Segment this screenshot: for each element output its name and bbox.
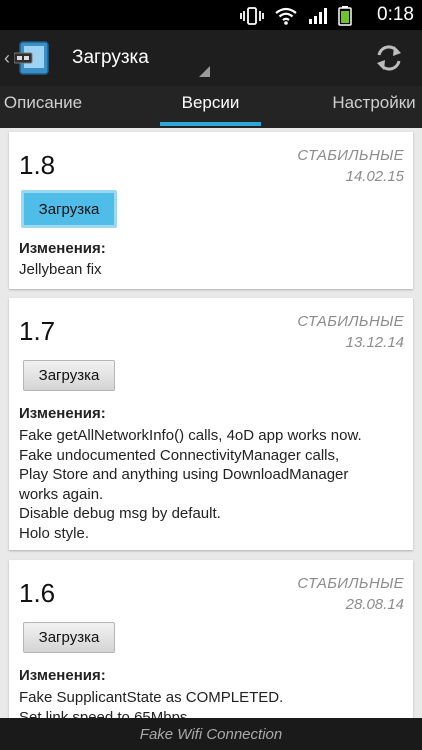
version-card: 1.8 СТАБИЛЬНЫЕ 14.02.15 Загрузка Изменен… xyxy=(9,132,413,289)
version-number: 1.8 xyxy=(19,150,56,180)
active-tab-indicator xyxy=(160,122,261,126)
app-name-footer: Fake Wifi Connection xyxy=(0,718,422,750)
spinner-indicator-icon[interactable] xyxy=(199,66,210,77)
download-button[interactable]: Загрузка xyxy=(23,622,115,653)
changes-label: Изменения: xyxy=(19,667,106,684)
change-line: Disable debug msg by default. xyxy=(19,505,221,522)
tab-settings[interactable]: Настройки xyxy=(322,92,422,128)
change-line: Play Store and anything using DownloadMa… xyxy=(19,466,349,483)
change-line: Set link speed to 65Mbps. xyxy=(19,708,192,719)
screen-title[interactable]: Загрузка xyxy=(72,47,149,69)
version-number: 1.7 xyxy=(19,316,56,346)
status-icons xyxy=(240,6,352,26)
changes-text: Fake SupplicantState as COMPLETED. Set l… xyxy=(19,688,283,718)
release-channel: СТАБИЛЬНЫЕ xyxy=(297,575,404,592)
versions-list[interactable]: 1.8 СТАБИЛЬНЫЕ 14.02.15 Загрузка Изменен… xyxy=(0,128,422,718)
release-channel: СТАБИЛЬНЫЕ xyxy=(297,313,404,330)
change-line: Holo style. xyxy=(19,524,90,542)
signal-icon xyxy=(309,8,327,24)
download-button[interactable]: Загрузка xyxy=(21,190,117,228)
change-line: Fake undocumented ConnectivityManager ca… xyxy=(19,446,340,464)
change-line: Jellybean fix xyxy=(19,261,102,278)
download-button[interactable]: Загрузка xyxy=(23,360,115,391)
app-logo[interactable] xyxy=(14,40,54,76)
version-card: 1.7 СТАБИЛЬНЫЕ 13.12.14 Загрузка Изменен… xyxy=(9,298,413,550)
changes-text: Fake getAllNetworkInfo() calls, 4oD app … xyxy=(19,426,362,543)
change-line: Fake getAllNetworkInfo() calls, 4oD app … xyxy=(19,427,362,444)
change-line: Fake SupplicantState as COMPLETED. xyxy=(19,689,284,706)
status-clock: 0:18 xyxy=(377,4,414,25)
changes-text: Jellybean fix xyxy=(19,260,102,280)
up-arrow-icon[interactable]: ‹ xyxy=(4,48,10,69)
vibrate-icon xyxy=(240,7,264,25)
battery-icon xyxy=(338,6,352,26)
change-line: works again. xyxy=(19,485,104,503)
release-date: 13.12.14 xyxy=(345,334,404,351)
tab-description[interactable]: Описание xyxy=(0,92,90,128)
version-number: 1.6 xyxy=(19,578,56,608)
release-date: 14.02.15 xyxy=(345,168,404,185)
release-date: 28.08.14 xyxy=(345,596,404,613)
version-card: 1.6 СТАБИЛЬНЫЕ 28.08.14 Загрузка Изменен… xyxy=(9,560,413,718)
changes-label: Изменения: xyxy=(19,405,106,422)
refresh-icon[interactable] xyxy=(374,42,404,74)
status-bar: 0:18 xyxy=(0,0,422,30)
wifi-icon xyxy=(275,7,297,25)
changes-label: Изменения: xyxy=(19,240,106,257)
action-bar: ‹ Загрузка xyxy=(0,30,422,86)
footer-app-name: Fake Wifi Connection xyxy=(139,726,283,743)
release-channel: СТАБИЛЬНЫЕ xyxy=(297,147,404,164)
